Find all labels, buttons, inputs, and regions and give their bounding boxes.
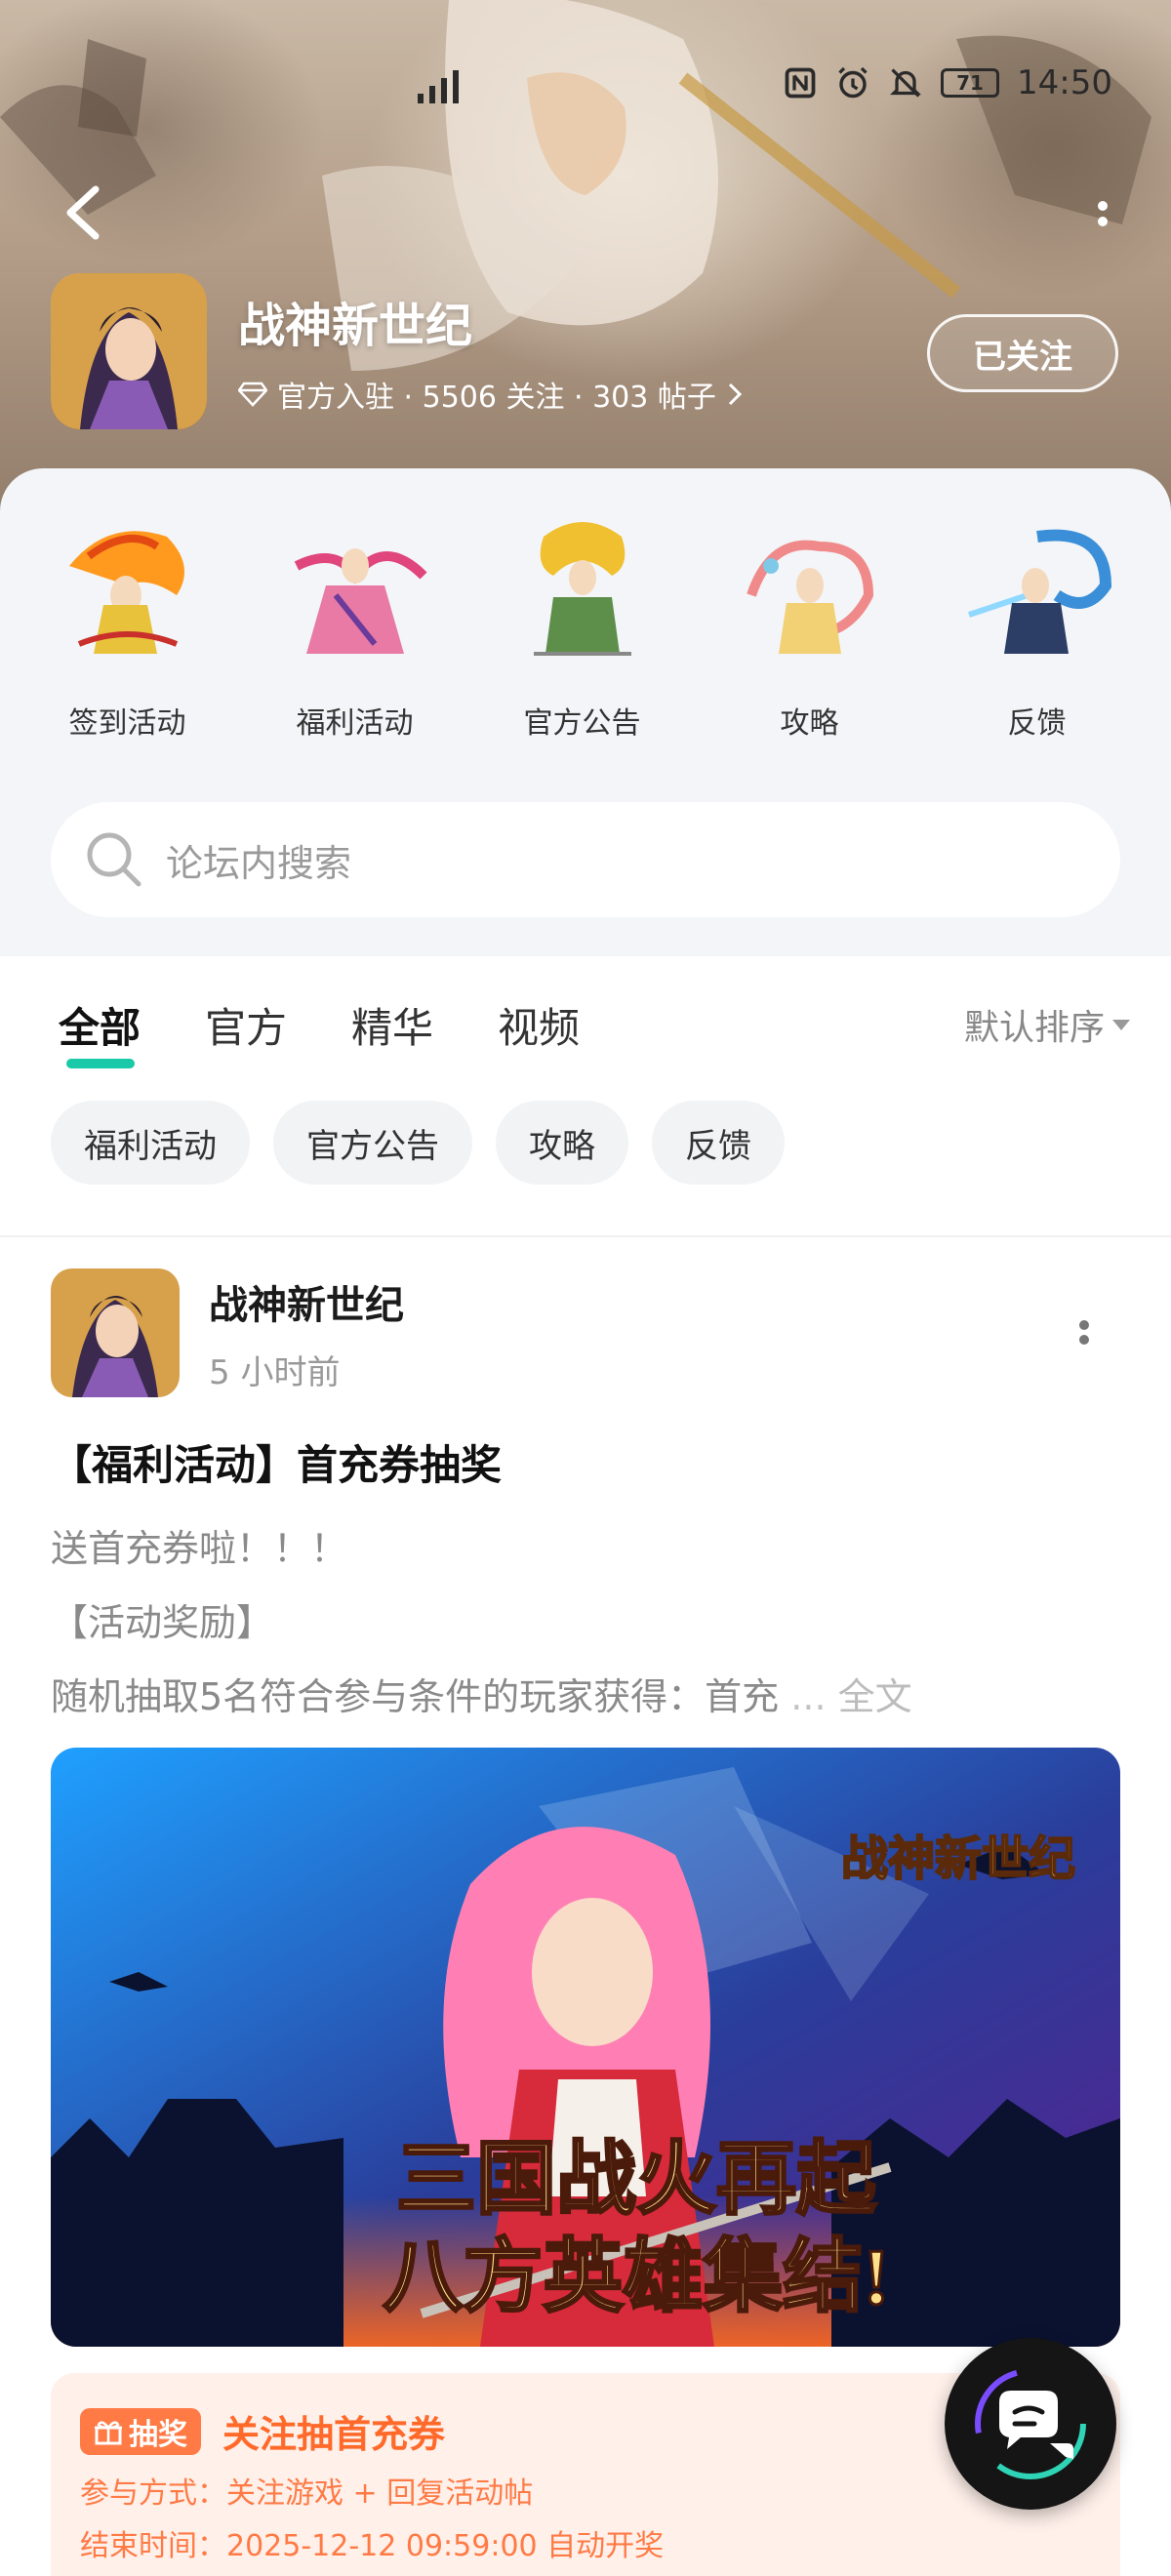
tab-featured[interactable]: 精华 (351, 995, 433, 1055)
search-input[interactable]: 论坛内搜索 (51, 802, 1120, 917)
tab-official[interactable]: 官方 (205, 995, 287, 1055)
lottery-badge-label: 抽奖 (129, 2417, 187, 2452)
post-title[interactable]: 【福利活动】首充券抽奖 (51, 1432, 1120, 1492)
post-body[interactable]: 送首充券啦！！！ 【活动奖励】 随机抽取5名符合参与条件的玩家获得：首充 ...… (51, 1511, 1120, 1734)
more-options-button[interactable] (1093, 195, 1112, 234)
chat-bubble-icon (975, 2368, 1086, 2479)
post-line: 随机抽取5名符合参与条件的玩家获得：首充 (51, 1675, 780, 1718)
chevron-right-icon (728, 382, 743, 406)
gift-icon (95, 2420, 122, 2444)
forum-meta[interactable]: 官方入驻 · 5506 关注 · 303 帖子 (238, 373, 744, 416)
shortcut-guide[interactable]: 攻略 (696, 507, 923, 742)
post-more-button[interactable] (1077, 1315, 1091, 1354)
shortcut-checkin[interactable]: 签到活动 (14, 507, 241, 742)
warrior-hero-icon (533, 522, 631, 656)
battery-indicator: 71 (941, 68, 1000, 98)
chip-guide[interactable]: 攻略 (496, 1101, 628, 1185)
caret-down-icon (1112, 1019, 1130, 1030)
lottery-end-time: 结束时间：2025-12-12 09:59:00 自动开奖 (80, 2529, 665, 2563)
lottery-badge: 抽奖 (80, 2407, 201, 2455)
dancer-hero-icon (294, 548, 427, 654)
alarm-icon (838, 66, 868, 99)
divider (0, 1235, 1171, 1237)
post-time: 5 小时前 (209, 1352, 341, 1392)
signal-icon (418, 64, 459, 103)
tab-video[interactable]: 视频 (498, 995, 580, 1055)
post-ellipsis: ... (790, 1675, 827, 1718)
phoenix-hero-icon (68, 531, 184, 654)
battery-level: 71 (956, 71, 984, 95)
diamond-icon (238, 382, 267, 407)
chip-welfare[interactable]: 福利活动 (51, 1101, 250, 1185)
forum-info: 战神新世纪 官方入驻 · 5506 关注 · 303 帖子 (51, 273, 744, 429)
banner-logo: 战神新世纪 (841, 1833, 1075, 1885)
back-button[interactable] (59, 183, 107, 242)
post-line: 【活动奖励】 (51, 1601, 274, 1644)
post-banner-image[interactable]: 战神新世纪 三国战火再起 八方英雄集结! (51, 1748, 1120, 2347)
forum-header: 71 14:50 战神新世纪 官方入驻 · 5506 关注 · 303 帖子 已… (0, 0, 1171, 546)
shortcut-label: 签到活动 (68, 706, 186, 741)
blue-dragon-hero-icon (967, 529, 1111, 654)
shortcut-row: 签到活动 福利活动 官方公告 攻略 反馈 (0, 507, 1171, 742)
nfc-icon (785, 67, 816, 99)
post-header: 战神新世纪 5 小时前 (51, 1268, 1120, 1397)
full-text-link[interactable]: 全文 (838, 1675, 912, 1718)
forum-avatar (51, 273, 207, 429)
status-time: 14:50 (1017, 63, 1112, 102)
chip-announcement[interactable]: 官方公告 (273, 1101, 472, 1185)
tab-all[interactable]: 全部 (59, 995, 141, 1068)
post-line: 送首充券啦！！！ (51, 1527, 348, 1570)
shortcut-panel: 签到活动 福利活动 官方公告 攻略 反馈 论坛内搜索 (0, 468, 1171, 956)
shortcut-label: 反馈 (1007, 706, 1067, 741)
author-name[interactable]: 战神新世纪 (209, 1273, 404, 1330)
category-chips: 福利活动 官方公告 攻略 反馈 (51, 1101, 785, 1185)
sort-label: 默认排序 (963, 1008, 1105, 1048)
lottery-title: 关注抽首充券 (222, 2413, 446, 2456)
mute-icon (890, 68, 921, 98)
forum-stats: 官方入驻 · 5506 关注 · 303 帖子 (277, 381, 716, 415)
feed-tabs: 全部 官方 精华 视频 (59, 995, 580, 1068)
forum-name: 战神新世纪 (238, 299, 473, 353)
search-icon (87, 832, 141, 887)
post-card[interactable]: 战神新世纪 5 小时前 【福利活动】首充券抽奖 送首充券啦！！！ 【活动奖励】 … (51, 1268, 1120, 2347)
shortcut-announcement[interactable]: 官方公告 (468, 507, 696, 742)
shortcut-label: 攻略 (780, 706, 839, 741)
status-bar: 71 14:50 (783, 59, 1112, 107)
dragon-hero-icon (746, 540, 873, 654)
shortcut-label: 福利活动 (296, 706, 414, 741)
banner-slogan-line1: 三国战火再起 (396, 2135, 877, 2224)
search-placeholder: 论坛内搜索 (166, 841, 352, 885)
author-avatar[interactable] (51, 1268, 180, 1397)
chip-feedback[interactable]: 反馈 (652, 1101, 785, 1185)
chat-assistant-button[interactable] (945, 2338, 1116, 2510)
shortcut-label: 官方公告 (523, 706, 641, 741)
shortcut-welfare[interactable]: 福利活动 (241, 507, 468, 742)
sort-dropdown[interactable]: 默认排序 (964, 999, 1130, 1050)
banner-slogan-line2: 八方英雄集结! (383, 2233, 889, 2321)
lottery-method: 参与方式：关注游戏 + 回复活动帖 (80, 2476, 534, 2511)
follow-button[interactable]: 已关注 (927, 314, 1118, 392)
post-feed: 全部 官方 精华 视频 默认排序 福利活动 官方公告 攻略 反馈 战神新世纪 5… (0, 956, 1171, 2576)
shortcut-feedback[interactable]: 反馈 (923, 507, 1151, 742)
